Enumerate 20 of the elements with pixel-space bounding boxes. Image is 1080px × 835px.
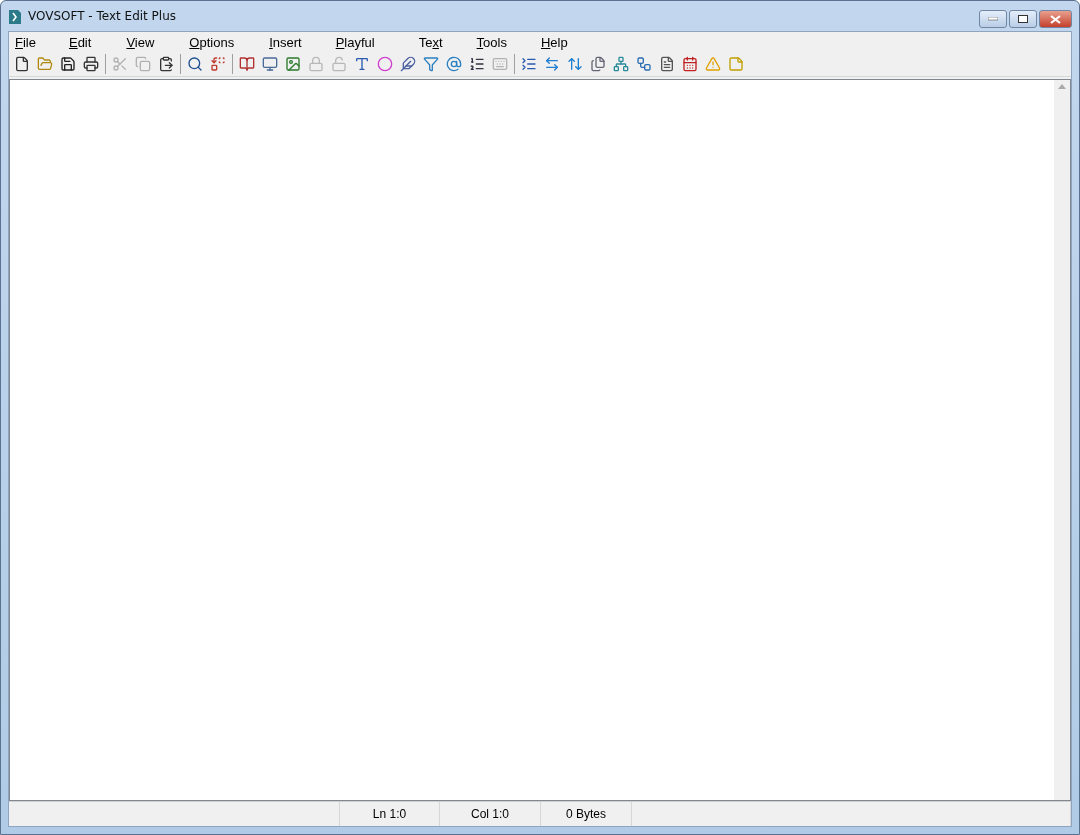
menu-item[interactable]: Help xyxy=(534,34,574,50)
minimize-icon xyxy=(988,17,998,21)
menu-item[interactable]: Text xyxy=(412,34,449,50)
menu-item[interactable]: Tools xyxy=(470,34,513,50)
app-logo-icon xyxy=(8,9,22,25)
maximize-button[interactable] xyxy=(1009,10,1037,28)
status-text: 0 Bytes xyxy=(566,807,606,821)
menu-item[interactable]: Edit xyxy=(62,34,98,50)
scrollbar[interactable] xyxy=(1054,80,1070,800)
status-text: Ln 1:0 xyxy=(372,807,407,821)
close-button[interactable] xyxy=(1039,10,1072,28)
menu-item[interactable]: Insert xyxy=(263,34,308,50)
close-icon xyxy=(1050,14,1061,24)
menu-item[interactable]: Playful xyxy=(329,34,381,50)
window-title: VOVSOFT - Text Edit Plus xyxy=(28,9,177,23)
menu-item[interactable]: File xyxy=(9,34,42,50)
status-text: Col 1:0 xyxy=(471,807,509,821)
menu-item[interactable]: Options xyxy=(183,34,241,50)
menu-item[interactable]: View xyxy=(120,34,161,50)
maximize-icon xyxy=(1018,15,1028,23)
